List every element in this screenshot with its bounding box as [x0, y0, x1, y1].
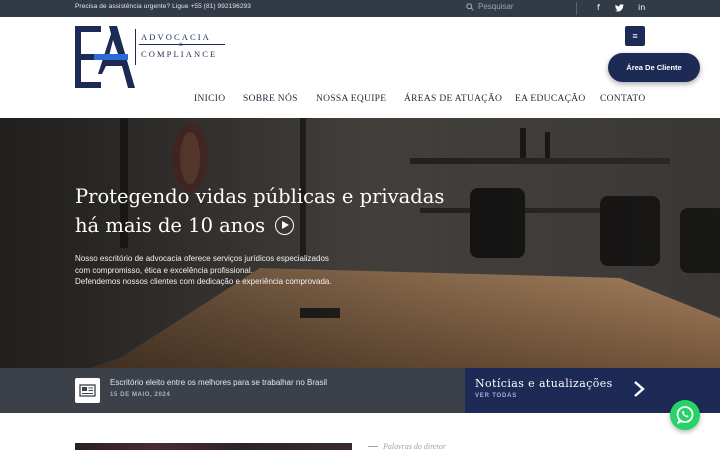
nav-item-nossa-equipe[interactable]: NOSSA EQUIPE — [316, 94, 386, 104]
hero-desc-line-1: Nosso escritório de advocacia oferece se… — [75, 254, 329, 263]
hero-title-line-1: Protegendo vidas públicas e privadas — [75, 185, 445, 208]
hero-desc-line-3: Defendemos nossos clientes com dedicação… — [75, 277, 332, 286]
director-label-dash — [368, 446, 378, 447]
logo-divider — [135, 29, 136, 65]
logo-line-2: COMPLIANCE — [141, 49, 218, 59]
nav-item-contato[interactable]: CONTATO — [600, 94, 646, 104]
news-headline[interactable]: Escritório eleito entre os melhores para… — [110, 378, 327, 387]
ea-logo-mark — [75, 26, 135, 88]
nav-item-inicio[interactable]: INICIO — [194, 94, 225, 104]
newspaper-icon — [75, 378, 100, 403]
urgent-assistance-text: Precisa de assistência urgente? Ligue +5… — [75, 3, 251, 10]
linkedin-icon[interactable]: in — [638, 3, 645, 12]
news-date: 15 DE MAIO, 2024 — [110, 392, 171, 398]
twitter-icon[interactable] — [615, 4, 624, 12]
nav-item-areas-de-atuacao[interactable]: ÁREAS DE ATUAÇÃO — [404, 94, 502, 104]
logo-line-1: ADVOCACIA — [141, 32, 211, 42]
view-all-link[interactable]: VER TODAS — [475, 393, 517, 399]
facebook-icon[interactable]: f — [597, 3, 600, 12]
topbar-divider — [576, 2, 577, 15]
hero-title-line-2: há mais de 10 anos — [75, 214, 266, 237]
hero-desc-line-2: com compromisso, ética e excelência prof… — [75, 265, 253, 275]
chevron-right-icon[interactable] — [633, 380, 645, 398]
director-image — [75, 443, 352, 450]
main-nav: INICIO SOBRE NÓS NOSSA EQUIPE ÁREAS DE A… — [0, 94, 720, 108]
hero-description: Nosso escritório de advocacia oferece se… — [75, 253, 375, 288]
search-input[interactable]: Pesquisar — [478, 2, 514, 11]
search-box[interactable]: Pesquisar — [466, 2, 514, 11]
nav-item-sobre-nos[interactable]: SOBRE NÓS — [243, 94, 298, 104]
news-box-title: Notícias e atualizações — [475, 377, 613, 390]
nav-item-ea-educacao[interactable]: EA EDUCAÇÃO — [515, 94, 586, 104]
play-icon[interactable] — [275, 216, 295, 235]
hero-banner: Protegendo vidas públicas e privadas há … — [0, 118, 720, 368]
site-logo[interactable]: ADVOCACIA & COMPLIANCE — [75, 26, 235, 90]
whatsapp-icon[interactable] — [670, 400, 700, 430]
hero-title: Protegendo vidas públicas e privadas há … — [75, 182, 495, 240]
top-bar: Precisa de assistência urgente? Ligue +5… — [0, 0, 720, 17]
search-icon[interactable] — [466, 2, 474, 11]
client-area-button[interactable]: Área De Cliente — [608, 53, 700, 82]
logo-ampersand: & — [179, 43, 183, 48]
hero-background-image — [0, 118, 720, 368]
menu-icon[interactable]: ≡ — [625, 26, 645, 46]
